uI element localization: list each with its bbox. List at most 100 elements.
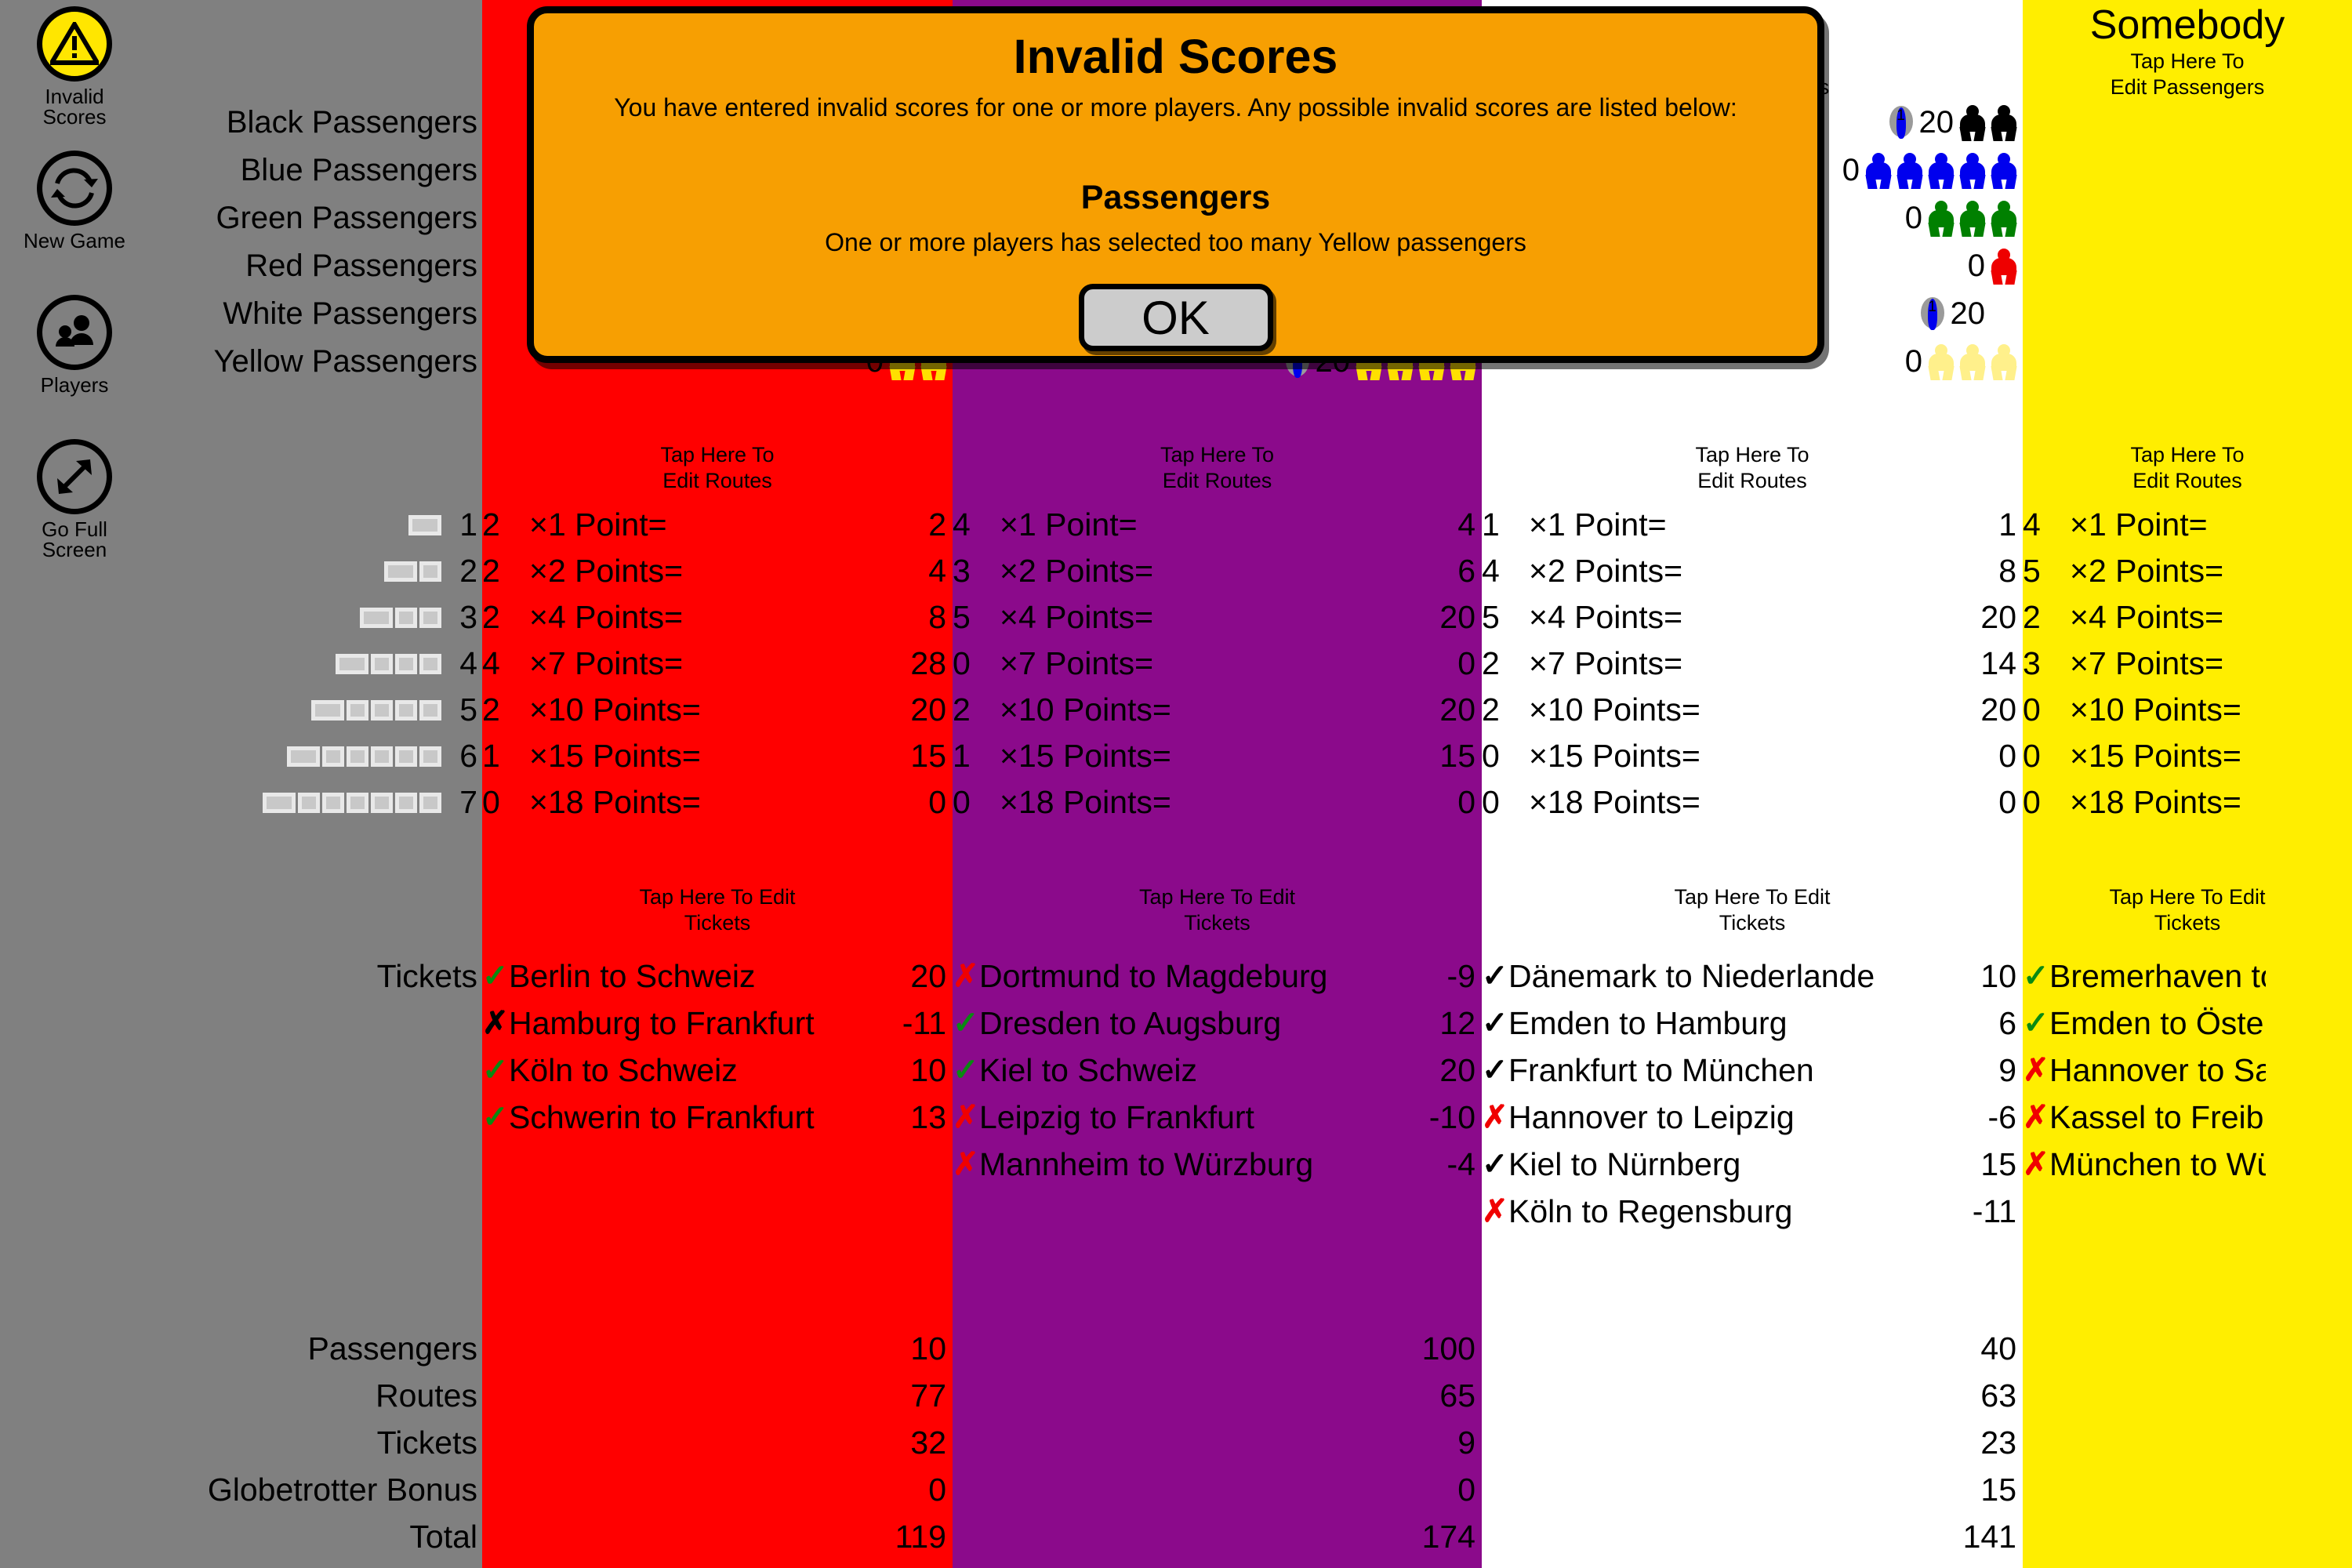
route-row[interactable]: 4 ×1 Point= 4 bbox=[953, 502, 1482, 548]
route-row[interactable]: 1 ×1 Point= 1 bbox=[1482, 502, 2023, 548]
route-row[interactable]: 0 ×15 Points= bbox=[2023, 733, 2352, 779]
route-length-number: 3 bbox=[459, 599, 477, 635]
ticket-value: 9 bbox=[1998, 1051, 2016, 1088]
meeple-yellowfaded bbox=[1926, 343, 1957, 380]
route-row[interactable]: 2 ×4 Points= 8 bbox=[482, 594, 953, 641]
route-row[interactable]: 0 ×18 Points= 0 bbox=[1482, 779, 2023, 826]
ticket-incomplete-icon: ✗ bbox=[953, 1147, 979, 1181]
route-row[interactable]: 2 ×7 Points= 14 bbox=[1482, 641, 2023, 687]
ticket-row[interactable]: ✗ Mannheim to Würzburg -4 bbox=[953, 1141, 1482, 1188]
ticket-row[interactable]: ✓ Berlin to Schweiz 20 bbox=[482, 953, 953, 1000]
tap-edit-tickets[interactable]: Tap Here To Edit Tickets bbox=[2023, 884, 2352, 936]
ticket-row[interactable]: ✓Emden to Österre bbox=[2023, 1000, 2352, 1047]
ticket-row[interactable]: ✗ Dortmund to Magdeburg -9 bbox=[953, 953, 1482, 1000]
route-row[interactable]: 2 ×1 Point= 2 bbox=[482, 502, 953, 548]
ticket-row[interactable]: ✓ Kiel to Schweiz 20 bbox=[953, 1047, 1482, 1094]
passenger-value-list[interactable] bbox=[2023, 99, 2352, 386]
route-row[interactable]: 3 ×7 Points= bbox=[2023, 641, 2352, 687]
passenger-row[interactable] bbox=[2023, 290, 2352, 338]
route-row[interactable]: 0 ×15 Points= 0 bbox=[1482, 733, 2023, 779]
invalid-scores-dialog[interactable]: Invalid Scores You have entered invalid … bbox=[527, 6, 1824, 363]
ticket-row[interactable]: ✓ Schwerin to Frankfurt 13 bbox=[482, 1094, 953, 1141]
route-value: 0 bbox=[1998, 738, 2016, 774]
route-value: 6 bbox=[1457, 553, 1475, 589]
ticket-row[interactable]: ✗ Leipzig to Frankfurt -10 bbox=[953, 1094, 1482, 1141]
passenger-row[interactable] bbox=[2023, 242, 2352, 290]
tap-edit-passengers[interactable]: Tap Here ToEdit Passengers bbox=[2023, 49, 2352, 100]
route-row[interactable]: 5 ×4 Points= 20 bbox=[1482, 594, 2023, 641]
ticket-row[interactable]: ✓ Emden to Hamburg 6 bbox=[1482, 1000, 2023, 1047]
tickets-list[interactable]: ✓ Berlin to Schweiz 20 ✗ Hamburg to Frankfur… bbox=[482, 953, 953, 1141]
ticket-row[interactable]: ✓ Köln to Schweiz 10 bbox=[482, 1047, 953, 1094]
ticket-row[interactable]: ✓ Kiel to Nürnberg 15 bbox=[1482, 1141, 2023, 1188]
tool-invalid-scores[interactable]: Invalid Scores bbox=[0, 6, 149, 129]
train-car-icon bbox=[322, 746, 344, 767]
ticket-row[interactable]: ✓ Frankfurt to München 9 bbox=[1482, 1047, 2023, 1094]
passenger-label: Yellow Passengers bbox=[213, 344, 477, 379]
routes-list[interactable]: 1 ×1 Point= 1 4 ×2 Points= 8 5 ×4 Points= 20 2 ×7 … bbox=[1482, 502, 2023, 826]
summary-value-total: 174 bbox=[1421, 1518, 1475, 1555]
ticket-row[interactable]: ✗ Köln to Regensburg -11 bbox=[1482, 1188, 2023, 1235]
route-row[interactable]: 1 ×15 Points= 15 bbox=[953, 733, 1482, 779]
tool-players[interactable]: Players bbox=[0, 295, 149, 397]
route-row[interactable]: 2 ×2 Points= 4 bbox=[482, 548, 953, 594]
ticket-row[interactable]: ✗ Hamburg to Frankfurt -11 bbox=[482, 1000, 953, 1047]
route-row[interactable]: 2 ×4 Points= bbox=[2023, 594, 2352, 641]
route-row[interactable]: 3 ×2 Points= 6 bbox=[953, 548, 1482, 594]
route-row[interactable]: 0 ×10 Points= bbox=[2023, 687, 2352, 733]
route-row[interactable]: 4 ×2 Points= 8 bbox=[1482, 548, 2023, 594]
route-row[interactable]: 0 ×7 Points= 0 bbox=[953, 641, 1482, 687]
tap-edit-tickets[interactable]: Tap Here To Edit Tickets bbox=[1482, 884, 2023, 936]
route-row[interactable]: 2 ×10 Points= 20 bbox=[953, 687, 1482, 733]
tap-edit-tickets[interactable]: Tap Here To Edit Tickets bbox=[482, 884, 953, 936]
train-car-icon bbox=[408, 514, 441, 535]
route-row[interactable]: 1 ×15 Points= 15 bbox=[482, 733, 953, 779]
train-car-icons bbox=[311, 699, 441, 720]
ticket-incomplete-icon: ✗ bbox=[953, 959, 979, 993]
route-row[interactable]: 0 ×18 Points= bbox=[2023, 779, 2352, 826]
passenger-row[interactable] bbox=[2023, 194, 2352, 242]
tap-line-1: Tap Here To Edit bbox=[1138, 885, 1296, 909]
route-row[interactable]: 4 ×7 Points= 28 bbox=[482, 641, 953, 687]
tickets-list[interactable]: ✓Bremerhaven to K✓Emden to Österre✗Hanno… bbox=[2023, 953, 2352, 1188]
route-row[interactable]: 2 ×10 Points= 20 bbox=[1482, 687, 2023, 733]
tap-edit-routes[interactable]: Tap Here To Edit Routes bbox=[482, 442, 953, 494]
tap-edit-tickets[interactable]: Tap Here To Edit Tickets bbox=[953, 884, 1482, 936]
ticket-row[interactable]: ✓Bremerhaven to K bbox=[2023, 953, 2352, 1000]
routes-list[interactable]: 4 ×1 Point= 4 3 ×2 Points= 6 5 ×4 Points= 20 0 ×7 … bbox=[953, 502, 1482, 826]
ticket-row[interactable]: ✓ Dänemark to Niederlande 10 bbox=[1482, 953, 2023, 1000]
tool-go-full-screen[interactable]: Go Full Screen bbox=[0, 439, 149, 561]
passenger-label: Blue Passengers bbox=[240, 153, 477, 187]
player-column-yellow[interactable]: Somebody Tap Here To Edit Passengers Tap He… bbox=[2023, 0, 2352, 1568]
ticket-row[interactable]: ✗Hannover to Saar bbox=[2023, 1047, 2352, 1094]
route-row[interactable]: 5 ×4 Points= 20 bbox=[953, 594, 1482, 641]
route-row[interactable]: 4 ×1 Point= bbox=[2023, 502, 2352, 548]
route-row[interactable]: 2 ×10 Points= 20 bbox=[482, 687, 953, 733]
tap-edit-routes[interactable]: Tap Here To Edit Routes bbox=[953, 442, 1482, 494]
routes-list[interactable]: 2 ×1 Point= 2 2 ×2 Points= 4 2 ×4 Points= 8 4 ×7 P… bbox=[482, 502, 953, 826]
passenger-row[interactable] bbox=[2023, 99, 2352, 147]
ticket-value: 6 bbox=[1998, 1004, 2016, 1041]
summary-value-routes: 77 bbox=[910, 1377, 946, 1414]
route-row[interactable]: 0 ×18 Points= 0 bbox=[482, 779, 953, 826]
ticket-row[interactable]: ✗Kassel to Freiburg bbox=[2023, 1094, 2352, 1141]
ok-button[interactable]: OK bbox=[1078, 284, 1273, 351]
ticket-row[interactable]: ✗ Hannover to Leipzig -6 bbox=[1482, 1094, 2023, 1141]
route-row[interactable]: 5 ×2 Points= bbox=[2023, 548, 2352, 594]
tool-new-game[interactable]: New Game bbox=[0, 151, 149, 252]
train-car-icon bbox=[395, 653, 417, 674]
tap-edit-routes[interactable]: Tap Here To Edit Routes bbox=[2023, 442, 2352, 494]
passenger-row[interactable] bbox=[2023, 338, 2352, 386]
routes-list[interactable]: 4 ×1 Point= 5 ×2 Points= 2 ×4 Points= 3 ×7 Poin… bbox=[2023, 502, 2352, 826]
player-name-header[interactable]: Somebody bbox=[2023, 2, 2352, 49]
ticket-row[interactable]: ✓ Dresden to Augsburg 12 bbox=[953, 1000, 1482, 1047]
tap-edit-routes[interactable]: Tap Here To Edit Routes bbox=[1482, 442, 2023, 494]
route-length-row: 7 bbox=[149, 779, 482, 826]
ticket-name: Kiel to Nürnberg bbox=[1508, 1145, 1741, 1182]
tickets-list[interactable]: ✓ Dänemark to Niederlande 10 ✓ Emden to Hamb… bbox=[1482, 953, 2023, 1235]
train-car-icons bbox=[384, 561, 441, 582]
ticket-row[interactable]: ✗München to Würz bbox=[2023, 1141, 2352, 1188]
route-row[interactable]: 0 ×18 Points= 0 bbox=[953, 779, 1482, 826]
tickets-list[interactable]: ✗ Dortmund to Magdeburg -9 ✓ Dresden to Augs… bbox=[953, 953, 1482, 1188]
passenger-row[interactable] bbox=[2023, 147, 2352, 194]
